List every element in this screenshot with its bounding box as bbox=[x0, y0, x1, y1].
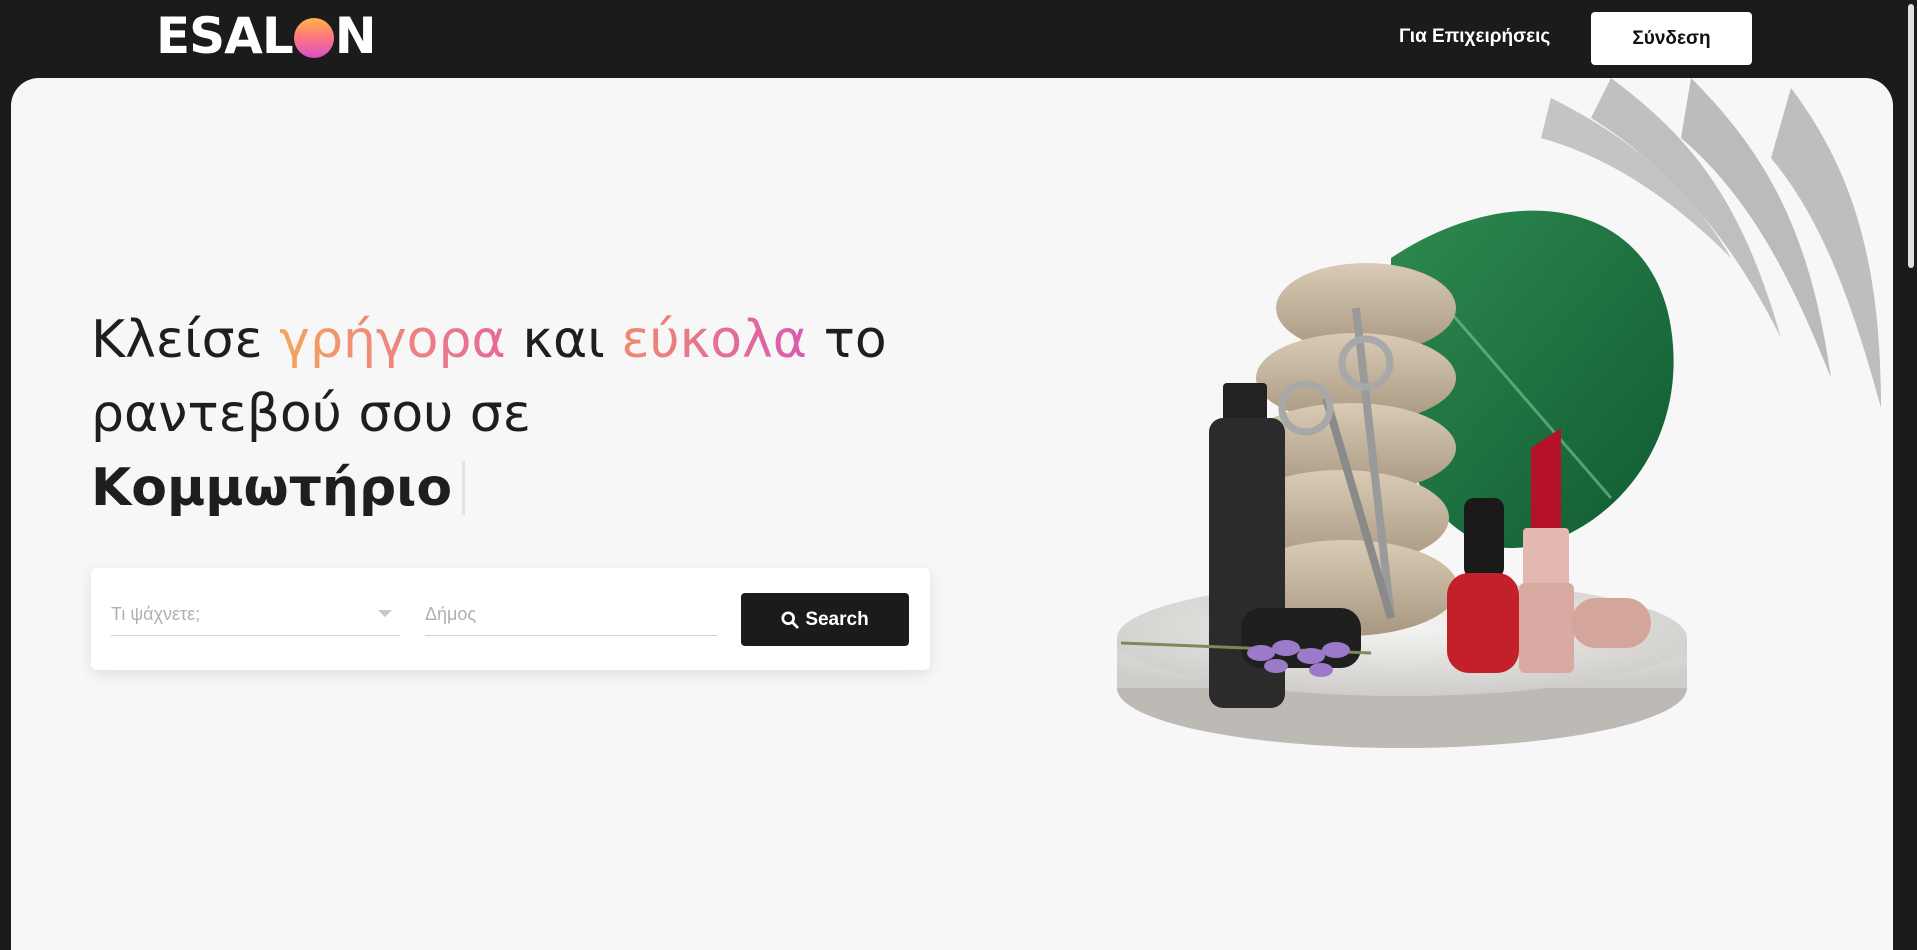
logo-text-left: ESAL bbox=[156, 7, 294, 65]
service-search-input[interactable] bbox=[111, 596, 400, 632]
headline-category: Κομμωτήριο bbox=[91, 458, 453, 518]
search-icon bbox=[781, 610, 799, 629]
municipality-input[interactable] bbox=[425, 596, 717, 632]
scrollbar-thumb[interactable] bbox=[1908, 4, 1914, 268]
top-navigation-bar: ESAL N Για Επιχειρήσεις Σύνδεση bbox=[0, 0, 1917, 78]
search-button[interactable]: Search bbox=[741, 593, 909, 646]
headline-highlight-fast: γρήγορα bbox=[279, 310, 506, 370]
service-select[interactable] bbox=[111, 596, 400, 636]
hero-headline: Κλείσε γρήγορα και εύκολα το ραντεβού σο… bbox=[91, 303, 971, 525]
search-form: Search bbox=[91, 568, 930, 670]
hero-section: Κλείσε γρήγορα και εύκολα το ραντεβού σο… bbox=[11, 78, 1893, 950]
headline-highlight-easy: εύκολα bbox=[621, 310, 808, 370]
for-businesses-link[interactable]: Για Επιχειρήσεις bbox=[1399, 26, 1550, 48]
typing-caret bbox=[462, 461, 466, 515]
logo-text-right: N bbox=[334, 7, 377, 65]
login-button[interactable]: Σύνδεση bbox=[1591, 12, 1752, 65]
search-button-label: Search bbox=[805, 608, 869, 630]
municipality-field[interactable] bbox=[425, 596, 717, 636]
chevron-down-icon[interactable] bbox=[378, 610, 392, 617]
beauty-products-illustration bbox=[1117, 78, 1881, 748]
headline-part-2: και bbox=[505, 310, 622, 370]
logo-sun-icon bbox=[293, 18, 334, 58]
headline-part-1: Κλείσε bbox=[91, 310, 280, 370]
esalon-logo[interactable]: ESAL N bbox=[156, 7, 377, 65]
